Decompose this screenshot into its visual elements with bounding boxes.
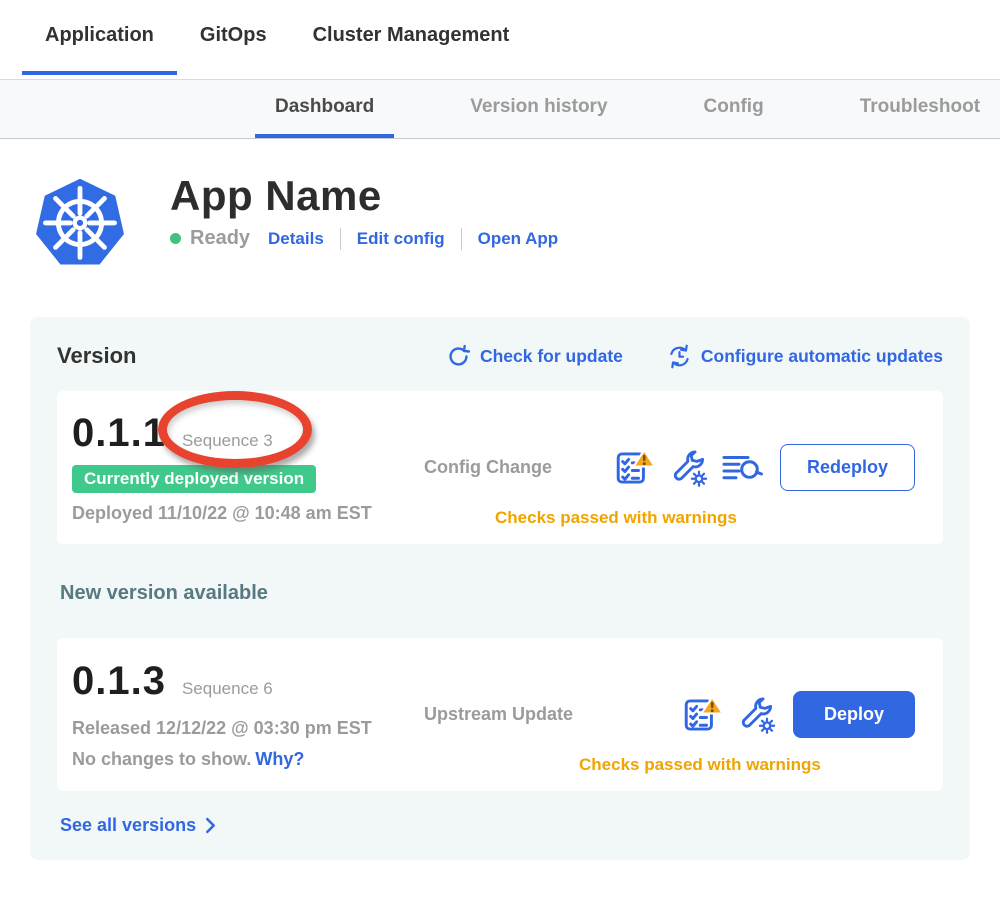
view-diff-icon[interactable]	[721, 450, 763, 486]
top-tab-cluster-management[interactable]: Cluster Management	[290, 0, 533, 75]
current-version-icon-group	[616, 448, 763, 487]
preflight-checks-icon[interactable]	[684, 696, 724, 734]
sub-tab-config[interactable]: Config	[684, 80, 784, 138]
wrench-gear-icon[interactable]	[737, 695, 776, 734]
kubernetes-logo-icon	[32, 173, 128, 269]
current-version-actions: Redeploy	[616, 444, 915, 491]
new-version-sequence: Sequence 6	[182, 679, 273, 699]
version-card-actions: Check for update Configure automatic upd…	[446, 344, 943, 369]
current-version-line: 0.1.1 Sequence 3	[72, 411, 424, 456]
ready-status-dot-icon	[170, 233, 181, 244]
new-version-available-heading: New version available	[60, 582, 943, 605]
check-for-update-label: Check for update	[480, 346, 623, 367]
configure-automatic-updates-link[interactable]: Configure automatic updates	[667, 344, 943, 369]
chevron-right-icon	[203, 817, 218, 834]
sub-tab-dashboard[interactable]: Dashboard	[255, 80, 394, 138]
clock-refresh-icon	[667, 344, 692, 369]
divider	[461, 228, 462, 250]
why-link[interactable]: Why?	[255, 749, 304, 769]
current-version-info: 0.1.1 Sequence 3 Currently deployed vers…	[72, 411, 424, 524]
top-nav: Application GitOps Cluster Management	[0, 0, 1000, 79]
divider	[340, 228, 341, 250]
no-changes-line: No changes to show.Why?	[72, 749, 424, 770]
wrench-gear-icon[interactable]	[669, 448, 708, 487]
configure-automatic-updates-label: Configure automatic updates	[701, 346, 943, 367]
open-app-link[interactable]: Open App	[478, 229, 559, 249]
see-all-versions-label: See all versions	[60, 815, 196, 836]
currently-deployed-badge: Currently deployed version	[72, 465, 316, 493]
new-version-row: 0.1.3 Sequence 6 Released 12/12/22 @ 03:…	[57, 638, 943, 791]
sub-tab-version-history[interactable]: Version history	[450, 80, 627, 138]
top-tab-application[interactable]: Application	[22, 0, 177, 75]
current-version-source-label: Config Change	[424, 457, 552, 478]
top-tab-gitops[interactable]: GitOps	[177, 0, 290, 75]
new-version-line: 0.1.3 Sequence 6	[72, 659, 424, 704]
version-card-header: Version Check for update Configure autom…	[57, 343, 943, 369]
refresh-icon	[446, 344, 471, 369]
app-header-text: App Name Ready Details Edit config Open …	[170, 173, 558, 269]
current-version-checks-status: Checks passed with warnings	[495, 508, 737, 528]
status-label: Ready	[190, 227, 250, 250]
deploy-button[interactable]: Deploy	[793, 691, 915, 738]
page-title: App Name	[170, 173, 558, 219]
current-version-number: 0.1.1	[72, 411, 166, 456]
no-changes-text: No changes to show.	[72, 749, 251, 769]
redeploy-button[interactable]: Redeploy	[780, 444, 915, 491]
sub-nav: Dashboard Version history Config Trouble…	[0, 79, 1000, 139]
sub-tab-troubleshoot[interactable]: Troubleshoot	[840, 80, 1000, 138]
deployed-timestamp: Deployed 11/10/22 @ 10:48 am EST	[72, 503, 424, 524]
see-all-versions-link[interactable]: See all versions	[60, 815, 218, 836]
red-circle-annotation	[158, 391, 312, 468]
check-for-update-link[interactable]: Check for update	[446, 344, 623, 369]
new-version-number: 0.1.3	[72, 659, 166, 704]
new-version-checks-status: Checks passed with warnings	[579, 755, 821, 775]
new-version-info: 0.1.3 Sequence 6 Released 12/12/22 @ 03:…	[72, 659, 424, 770]
new-version-source-label: Upstream Update	[424, 704, 573, 725]
edit-config-link[interactable]: Edit config	[357, 229, 445, 249]
app-header: App Name Ready Details Edit config Open …	[32, 173, 1000, 269]
preflight-checks-icon[interactable]	[616, 449, 656, 487]
current-version-sequence: Sequence 3	[182, 431, 273, 451]
details-link[interactable]: Details	[268, 229, 324, 249]
version-card: Version Check for update Configure autom…	[30, 317, 970, 860]
version-heading: Version	[57, 343, 136, 369]
new-version-actions: Deploy	[684, 691, 915, 738]
released-timestamp: Released 12/12/22 @ 03:30 pm EST	[72, 718, 424, 739]
app-status-row: Ready Details Edit config Open App	[170, 227, 558, 250]
new-version-icon-group	[684, 695, 776, 734]
current-version-row: 0.1.1 Sequence 3 Currently deployed vers…	[57, 391, 943, 544]
